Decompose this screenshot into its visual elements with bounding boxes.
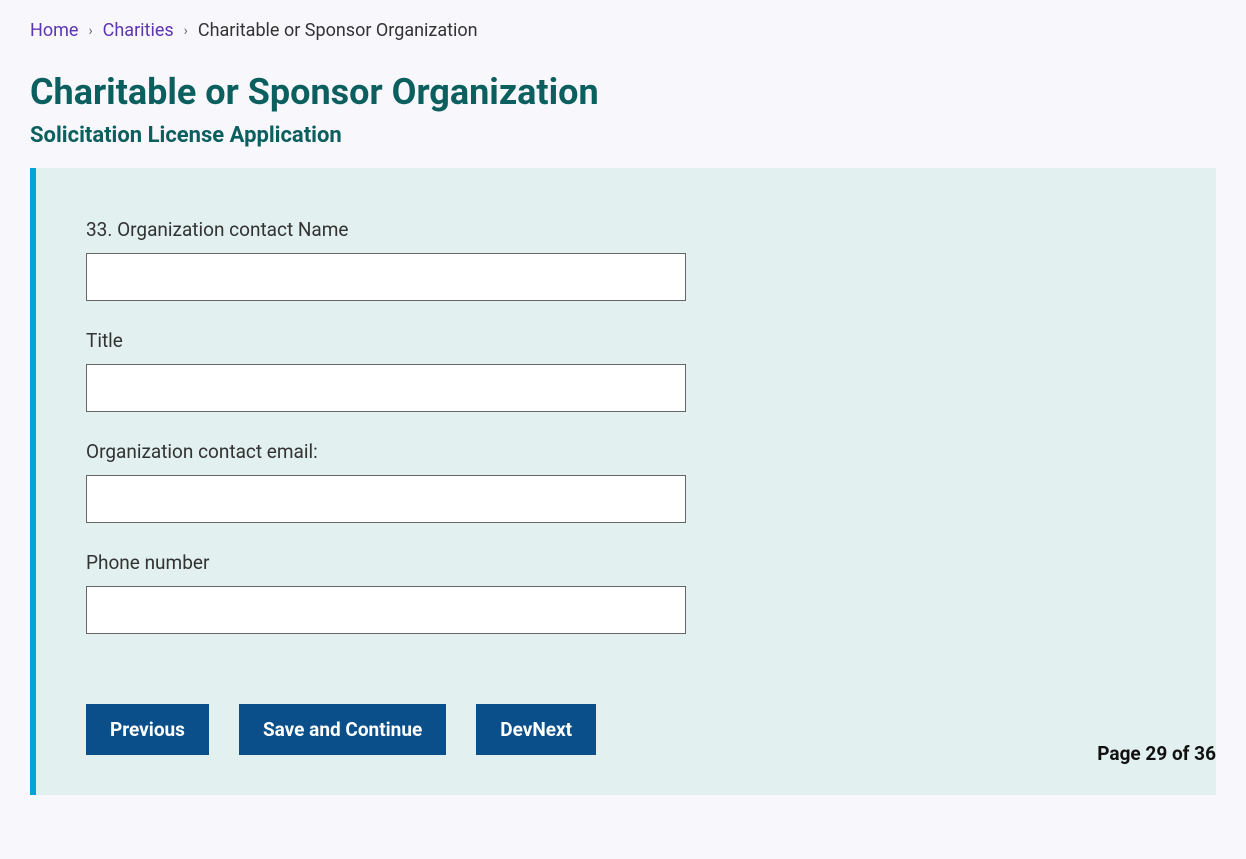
input-contact-email[interactable] — [86, 475, 686, 523]
save-continue-button[interactable]: Save and Continue — [239, 704, 446, 755]
button-row: Previous Save and Continue DevNext — [86, 704, 1166, 755]
form-group-phone: Phone number — [86, 551, 1166, 634]
form-group-contact-name: 33. Organization contact Name — [86, 218, 1166, 301]
page-title: Charitable or Sponsor Organization — [30, 71, 1216, 113]
chevron-right-icon: › — [184, 23, 188, 39]
breadcrumb-charities[interactable]: Charities — [103, 20, 174, 41]
chevron-right-icon: › — [88, 23, 92, 39]
page-indicator: Page 29 of 36 — [1097, 742, 1216, 765]
page-subtitle: Solicitation License Application — [30, 123, 1216, 148]
devnext-button[interactable]: DevNext — [476, 704, 596, 755]
label-title: Title — [86, 329, 1166, 352]
previous-button[interactable]: Previous — [86, 704, 209, 755]
breadcrumb-current: Charitable or Sponsor Organization — [198, 20, 478, 41]
breadcrumb-home[interactable]: Home — [30, 20, 78, 41]
form-panel: 33. Organization contact Name Title Orga… — [30, 168, 1216, 795]
label-phone: Phone number — [86, 551, 1166, 574]
input-phone[interactable] — [86, 586, 686, 634]
label-contact-email: Organization contact email: — [86, 440, 1166, 463]
form-group-contact-email: Organization contact email: — [86, 440, 1166, 523]
input-contact-name[interactable] — [86, 253, 686, 301]
label-contact-name: 33. Organization contact Name — [86, 218, 1166, 241]
input-title[interactable] — [86, 364, 686, 412]
form-group-title: Title — [86, 329, 1166, 412]
breadcrumb: Home › Charities › Charitable or Sponsor… — [30, 20, 1216, 41]
